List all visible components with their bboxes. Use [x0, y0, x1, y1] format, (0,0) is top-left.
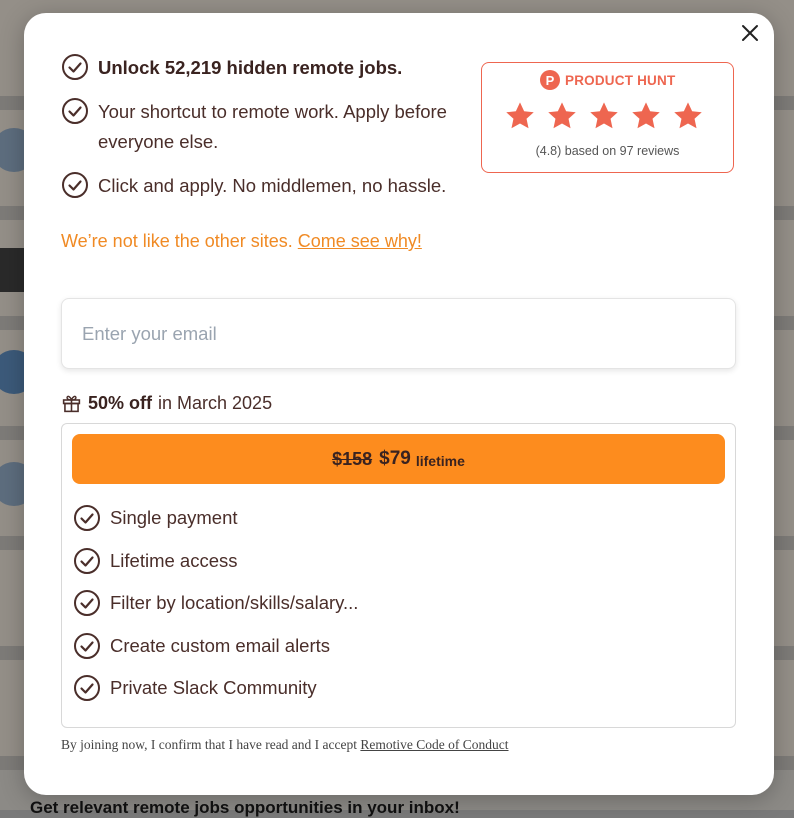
feature-list: Single payment Lifetime access Filter by… [73, 504, 358, 717]
feature-item: Private Slack Community [73, 674, 358, 702]
new-price: $79 [379, 448, 411, 469]
feature-item: Lifetime access [73, 547, 358, 575]
product-hunt-title: PRODUCT HUNT [565, 72, 676, 88]
benefit-text: Your shortcut to remote work. Apply befo… [98, 101, 447, 152]
star-icon [590, 102, 618, 129]
benefit-text: Unlock 52,219 hidden remote jobs. [98, 57, 403, 78]
rating-stars [504, 100, 714, 132]
check-circle-icon [74, 547, 100, 574]
check-circle-icon [74, 632, 100, 659]
background-footer-text: Get relevant remote jobs opportunities i… [30, 798, 460, 817]
pricing-plan: $158 $79 lifetime Single payment Lifetim… [61, 423, 736, 728]
product-hunt-logo-icon: P [540, 70, 560, 90]
offer-line: 50% off in March 2025 [61, 393, 272, 414]
come-see-why-link[interactable]: Come see why! [298, 231, 422, 251]
email-input[interactable] [61, 298, 736, 369]
check-circle-icon [62, 98, 88, 124]
check-circle-icon [74, 590, 100, 616]
discount-label: 50% off [88, 393, 153, 413]
offer-period: in March 2025 [158, 393, 273, 413]
feature-item: Filter by location/skills/salary... [73, 589, 358, 617]
check-circle-icon [74, 675, 100, 701]
star-icon [632, 102, 660, 129]
close-icon [742, 25, 758, 41]
benefit-item: Unlock 52,219 hidden remote jobs. [61, 53, 461, 83]
star-icon [506, 102, 534, 129]
tagline: We’re not like the other sites. Come see… [61, 231, 422, 252]
plan-term: lifetime [415, 453, 465, 469]
benefit-item: Click and apply. No middlemen, no hassle… [61, 171, 461, 201]
close-button[interactable] [738, 21, 762, 45]
benefits-list: Unlock 52,219 hidden remote jobs. Your s… [61, 53, 461, 215]
rating-text: (4.8) based on 97 reviews [535, 144, 680, 158]
feature-item: Single payment [73, 504, 358, 532]
tagline-text: We’re not like the other sites. [61, 231, 298, 251]
code-of-conduct-link[interactable]: Remotive Code of Conduct [360, 737, 508, 752]
feature-item: Create custom email alerts [73, 632, 358, 660]
legal-text: By joining now, I confirm that I have re… [61, 737, 361, 752]
feature-text: Lifetime access [110, 549, 238, 571]
gift-icon [62, 395, 81, 413]
feature-text: Private Slack Community [110, 677, 317, 698]
feature-text: Create custom email alerts [110, 634, 331, 656]
check-circle-icon [74, 505, 100, 531]
benefit-item: Your shortcut to remote work. Apply befo… [61, 97, 461, 157]
benefit-text: Click and apply. No middlemen, no hassle… [98, 175, 447, 196]
old-price: $158 [332, 448, 373, 469]
buy-lifetime-button[interactable]: $158 $79 lifetime [72, 434, 725, 484]
product-hunt-header: P PRODUCT HUNT [540, 70, 675, 90]
feature-text: Filter by location/skills/salary... [110, 592, 359, 613]
star-icon [548, 102, 576, 129]
legal-notice: By joining now, I confirm that I have re… [61, 737, 509, 753]
product-hunt-badge[interactable]: P PRODUCT HUNT (4.8) based on 97 reviews [481, 62, 734, 173]
feature-text: Single payment [110, 507, 238, 528]
signup-modal: Unlock 52,219 hidden remote jobs. Your s… [24, 13, 774, 795]
check-circle-icon [62, 172, 88, 198]
check-circle-icon [62, 54, 88, 80]
star-icon [674, 102, 702, 129]
